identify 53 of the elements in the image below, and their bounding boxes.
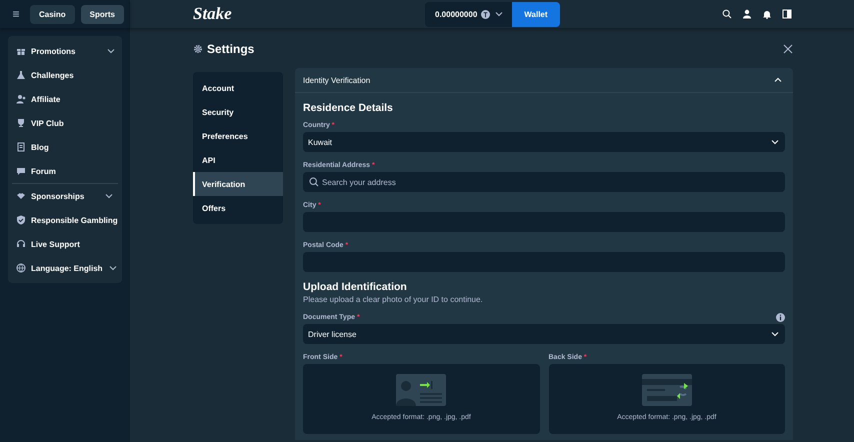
sidebar-item[interactable]: Responsible Gambling	[12, 208, 118, 232]
user-icon[interactable]	[742, 9, 752, 19]
panel-title: Identity Verification	[303, 76, 372, 84]
page-title: Settings	[207, 42, 256, 56]
chevron-down-icon	[770, 329, 780, 339]
sidebar-item[interactable]: Sponsorships	[12, 184, 118, 208]
tab[interactable]: Sports	[80, 4, 124, 24]
headset-icon	[16, 239, 26, 249]
chevron-down-icon	[770, 137, 780, 147]
sidebar-item[interactable]: Language: English	[12, 256, 118, 280]
handshake-icon	[16, 191, 26, 201]
dropdown[interactable]: Kuwait	[303, 132, 785, 152]
settings-nav-item[interactable]: Preferences	[193, 124, 283, 148]
card-back-drawing	[642, 374, 692, 406]
bell-icon[interactable]	[762, 9, 772, 19]
sidebar-item[interactable]: Blog	[8, 135, 122, 159]
menu-button[interactable]: ≡	[8, 7, 24, 21]
sidebar-item[interactable]: Challenges	[8, 63, 122, 87]
search-field[interactable]: Search your address	[303, 172, 785, 192]
chevron-down-icon	[494, 9, 504, 19]
sidebar-item[interactable]: Live Support	[12, 232, 118, 256]
flask-icon	[16, 70, 26, 80]
sidebar-toggle-icon[interactable]	[782, 9, 792, 19]
section-heading: Upload Identification	[303, 281, 408, 293]
dropdown[interactable]: Driver license	[303, 324, 785, 344]
settings-nav-item[interactable]: Verification	[193, 172, 283, 196]
sidebar-item[interactable]: VIP Club	[8, 111, 122, 135]
globe-icon	[16, 263, 26, 273]
document-icon	[16, 142, 26, 152]
wallet-button[interactable]: Wallet	[512, 2, 560, 26]
sidebar-item[interactable]: Affiliate	[8, 87, 122, 111]
section-note: Please upload a clear photo of your ID to continue.	[303, 295, 484, 304]
sidebar-item[interactable]: Promotions	[8, 39, 122, 63]
search-icon[interactable]	[722, 9, 732, 19]
trophy-icon	[16, 118, 26, 128]
coin-icon	[481, 10, 490, 18]
chat-icon	[16, 166, 26, 176]
settings-icon	[193, 44, 203, 54]
shield-icon	[16, 215, 26, 225]
close-icon[interactable]	[783, 44, 793, 54]
balance-selector[interactable]: 0.00000000	[425, 2, 512, 26]
settings-nav-item[interactable]: Offers	[193, 196, 283, 220]
section-heading: Residence Details	[303, 102, 394, 114]
id-card-drawing	[396, 374, 446, 406]
tab[interactable]: Casino	[30, 4, 75, 24]
settings-nav-item[interactable]: Account	[193, 76, 283, 100]
settings-nav-item[interactable]: Security	[193, 100, 283, 124]
search-icon	[309, 177, 319, 187]
gift-icon	[16, 46, 26, 56]
people-icon	[16, 94, 26, 104]
settings-nav-item[interactable]: API	[193, 148, 283, 172]
logo[interactable]: Stake	[193, 4, 425, 24]
sidebar-item[interactable]: Forum	[8, 159, 122, 183]
